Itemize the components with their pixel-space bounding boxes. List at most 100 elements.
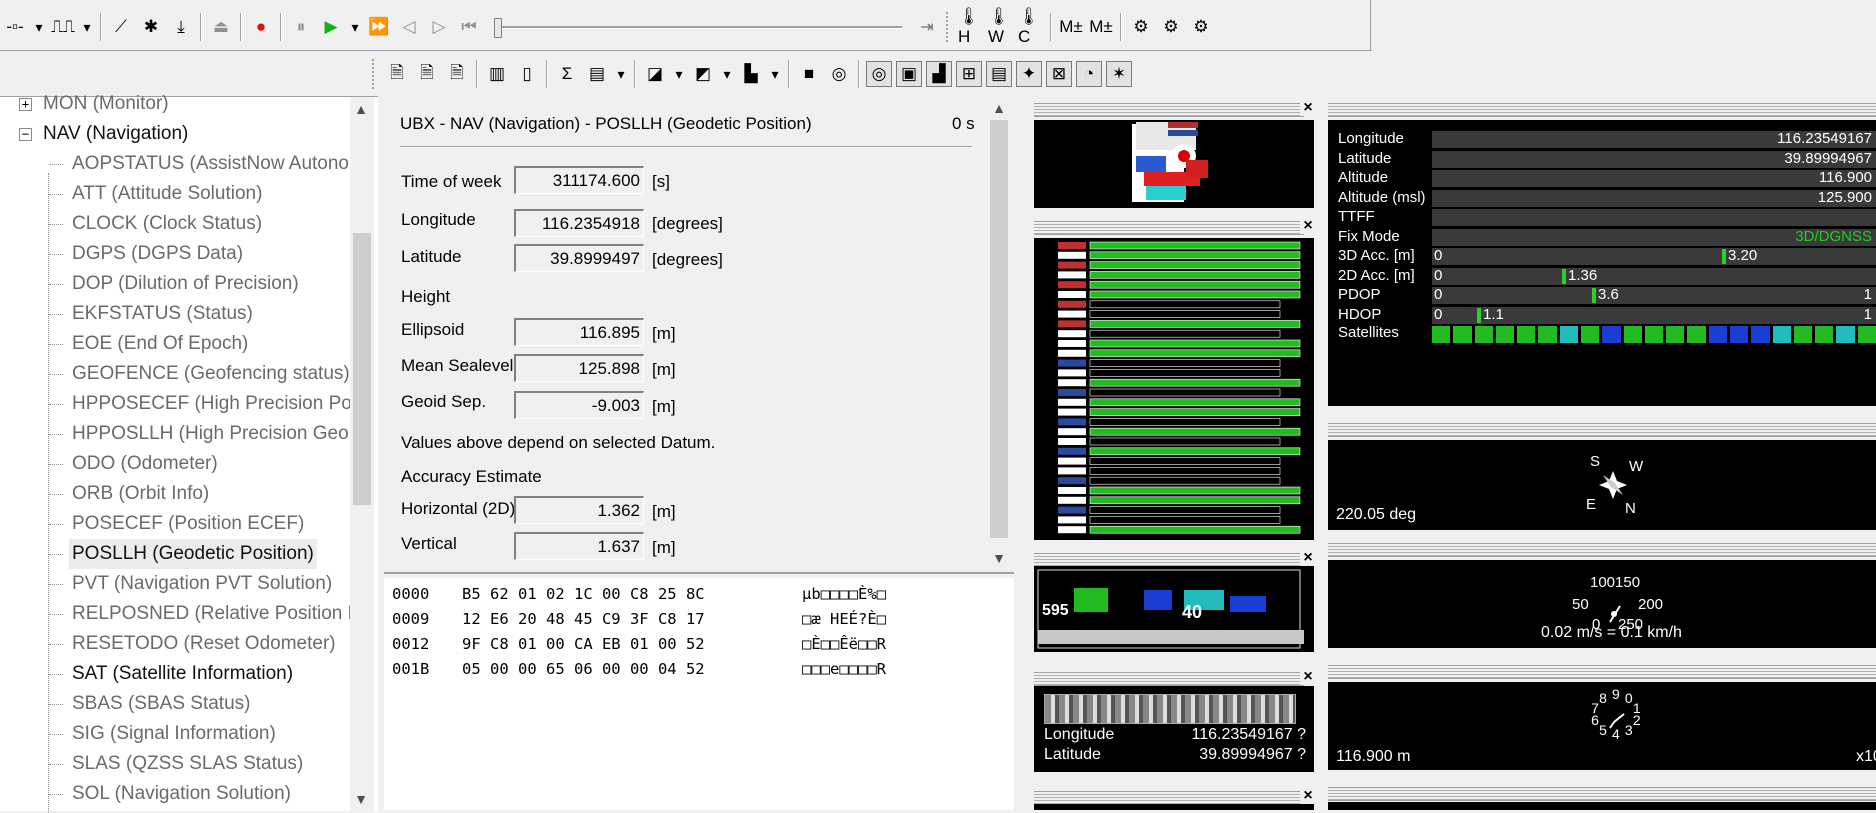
tree-item[interactable]: DOP (Dilution of Precision)	[0, 269, 348, 299]
tree-node[interactable]: − NAV (Navigation)	[0, 119, 348, 149]
connection-icon[interactable]: -▫-	[2, 14, 28, 40]
close-icon[interactable]: ×	[1300, 550, 1316, 566]
tree-scrollbar[interactable]: ▲ ▼	[350, 97, 374, 811]
docs-alt2-icon[interactable]: 🗎	[444, 61, 470, 87]
debug-bug-icon[interactable]: ✱	[138, 14, 164, 40]
binary-console-icon[interactable]: ▯	[514, 61, 540, 87]
panel-caption-grip[interactable]	[1328, 543, 1876, 557]
panel-caption-grip[interactable]	[1034, 672, 1304, 686]
histogram-view-icon[interactable]: ▙	[738, 61, 764, 87]
scroll-thumb[interactable]	[353, 233, 371, 505]
step-forward-icon[interactable]: ▷	[426, 14, 452, 40]
msg-add-alt-icon[interactable]: M±	[1088, 14, 1114, 40]
lon-field[interactable]: 116.2354918	[514, 209, 644, 237]
scroll-thumb[interactable]	[990, 120, 1008, 538]
compass-view-icon[interactable]: ✦	[1016, 61, 1042, 87]
rewind-start-icon[interactable]: ⏮	[456, 14, 482, 40]
receiver-config-alt-icon[interactable]: ⚙	[1158, 14, 1184, 40]
tree-item[interactable]: RESETODO (Reset Odometer)	[0, 629, 348, 659]
panel-caption-grip[interactable]	[1034, 791, 1304, 805]
statistics-icon[interactable]: Σ	[554, 61, 580, 87]
cold-start-icon[interactable]: 🌡C	[1018, 7, 1044, 46]
dropdown-arrow-icon[interactable]: ▾	[348, 14, 362, 40]
tree-item[interactable]: POSLLH (Geodetic Position)	[0, 539, 348, 569]
tree-item[interactable]: SIG (Signal Information)	[0, 719, 348, 749]
eject-icon[interactable]: ⏏	[208, 14, 234, 40]
panel-caption-grip[interactable]	[1034, 221, 1304, 235]
tree-item[interactable]: DGPS (DGPS Data)	[0, 239, 348, 269]
tree-item[interactable]: ODO (Odometer)	[0, 449, 348, 479]
pause-icon[interactable]: ⏸	[288, 14, 314, 40]
playback-slider[interactable]	[492, 12, 912, 42]
lat-field[interactable]: 39.8999497	[514, 244, 644, 272]
scroll-down-icon[interactable]: ▼	[988, 550, 1010, 566]
tree-item[interactable]: ORB (Orbit Info)	[0, 479, 348, 509]
tree-item[interactable]: EKFSTATUS (Status)	[0, 299, 348, 329]
scroll-up-icon[interactable]: ▲	[350, 101, 372, 117]
dropdown-arrow-icon[interactable]: ▾	[80, 14, 94, 40]
hot-start-icon[interactable]: 🌡H	[958, 7, 984, 46]
world-map-icon[interactable]: ▣	[896, 61, 922, 87]
slider-end-icon[interactable]: ⇥	[914, 14, 940, 40]
packet-console-icon[interactable]: ▥	[484, 61, 510, 87]
camera-view-icon[interactable]: ■	[796, 61, 822, 87]
tree-item[interactable]: SAT (Satellite Information)	[0, 659, 348, 689]
fast-forward-icon[interactable]: ⏩	[366, 14, 392, 40]
message-scrollbar[interactable]: ▲ ▼	[988, 96, 1010, 572]
dropdown-arrow-icon[interactable]: ▾	[32, 14, 46, 40]
scroll-down-icon[interactable]: ▼	[350, 791, 372, 807]
close-icon[interactable]: ×	[1300, 218, 1316, 234]
msl-field[interactable]: 125.898	[514, 354, 644, 382]
dropdown-arrow-icon[interactable]: ▾	[672, 61, 686, 87]
panel-caption-grip[interactable]	[1328, 665, 1876, 679]
dropdown-arrow-icon[interactable]: ▾	[720, 61, 734, 87]
panel-caption-grip[interactable]	[1328, 787, 1876, 801]
clock-view-icon[interactable]: ◔	[1076, 61, 1102, 87]
chart-view-icon[interactable]: ◩	[690, 61, 716, 87]
tree-item[interactable]: AOPSTATUS (AssistNow Autono	[0, 149, 349, 179]
panel-caption-grip[interactable]	[1034, 553, 1304, 567]
hacc-field[interactable]: 1.362	[514, 496, 644, 524]
tree-item[interactable]: SBAS (SBAS Status)	[0, 689, 348, 719]
step-back-icon[interactable]: ◁	[396, 14, 422, 40]
msg-add-icon[interactable]: M±	[1058, 14, 1084, 40]
close-icon[interactable]: ×	[1300, 788, 1316, 804]
tree-item[interactable]: CLOCK (Clock Status)	[0, 209, 348, 239]
close-icon[interactable]: ×	[1300, 669, 1316, 685]
play-icon[interactable]: ▶	[318, 14, 344, 40]
warm-start-icon[interactable]: 🌡W	[988, 7, 1014, 46]
ellipsoid-field[interactable]: 116.895	[514, 318, 644, 346]
tree-item[interactable]: PVT (Navigation PVT Solution)	[0, 569, 348, 599]
docs-icon[interactable]: 🗎	[384, 61, 410, 87]
tree-item[interactable]: SOL (Navigation Solution)	[0, 779, 348, 809]
tree-item[interactable]: EOE (End Of Epoch)	[0, 329, 348, 359]
altitude-view-icon[interactable]: ✶	[1106, 61, 1132, 87]
table-view-icon[interactable]: ▤	[584, 61, 610, 87]
splitter[interactable]	[378, 96, 382, 810]
data-view-icon[interactable]: ▤	[986, 61, 1012, 87]
record-icon[interactable]: ●	[248, 14, 274, 40]
collapse-icon[interactable]: −	[19, 128, 32, 141]
geoid-field[interactable]: -9.003	[514, 391, 644, 419]
tow-field[interactable]: 311174.600	[514, 166, 644, 194]
tree-item[interactable]: RELPOSNED (Relative Position N	[0, 599, 361, 629]
dropdown-arrow-icon[interactable]: ▾	[768, 61, 782, 87]
tree-node[interactable]: + MON (Monitor)	[0, 89, 348, 119]
slider-thumb[interactable]	[494, 18, 502, 38]
close-icon[interactable]: ×	[1300, 100, 1316, 116]
tree-item[interactable]: HPPOSECEF (High Precision Pos	[0, 389, 361, 419]
expand-icon[interactable]: +	[19, 98, 32, 111]
panel-caption-grip[interactable]	[1328, 423, 1876, 437]
tree-item[interactable]: SLAS (QZSS SLAS Status)	[0, 749, 348, 779]
panel-caption-grip[interactable]	[1328, 103, 1876, 117]
download-icon[interactable]: ⤓	[168, 14, 194, 40]
panel-caption-grip[interactable]	[1034, 103, 1304, 117]
tree-item[interactable]: POSECEF (Position ECEF)	[0, 509, 348, 539]
dropdown-arrow-icon[interactable]: ▾	[614, 61, 628, 87]
tree-item[interactable]: HPPOSLLH (High Precision Geo	[0, 419, 349, 449]
receiver-reset-icon[interactable]: ⚙	[1188, 14, 1214, 40]
vacc-field[interactable]: 1.637	[514, 532, 644, 560]
map-view-icon[interactable]: ◪	[642, 61, 668, 87]
sky-view-icon[interactable]: ◎	[866, 61, 892, 87]
docs-alt-icon[interactable]: 🗎	[414, 61, 440, 87]
